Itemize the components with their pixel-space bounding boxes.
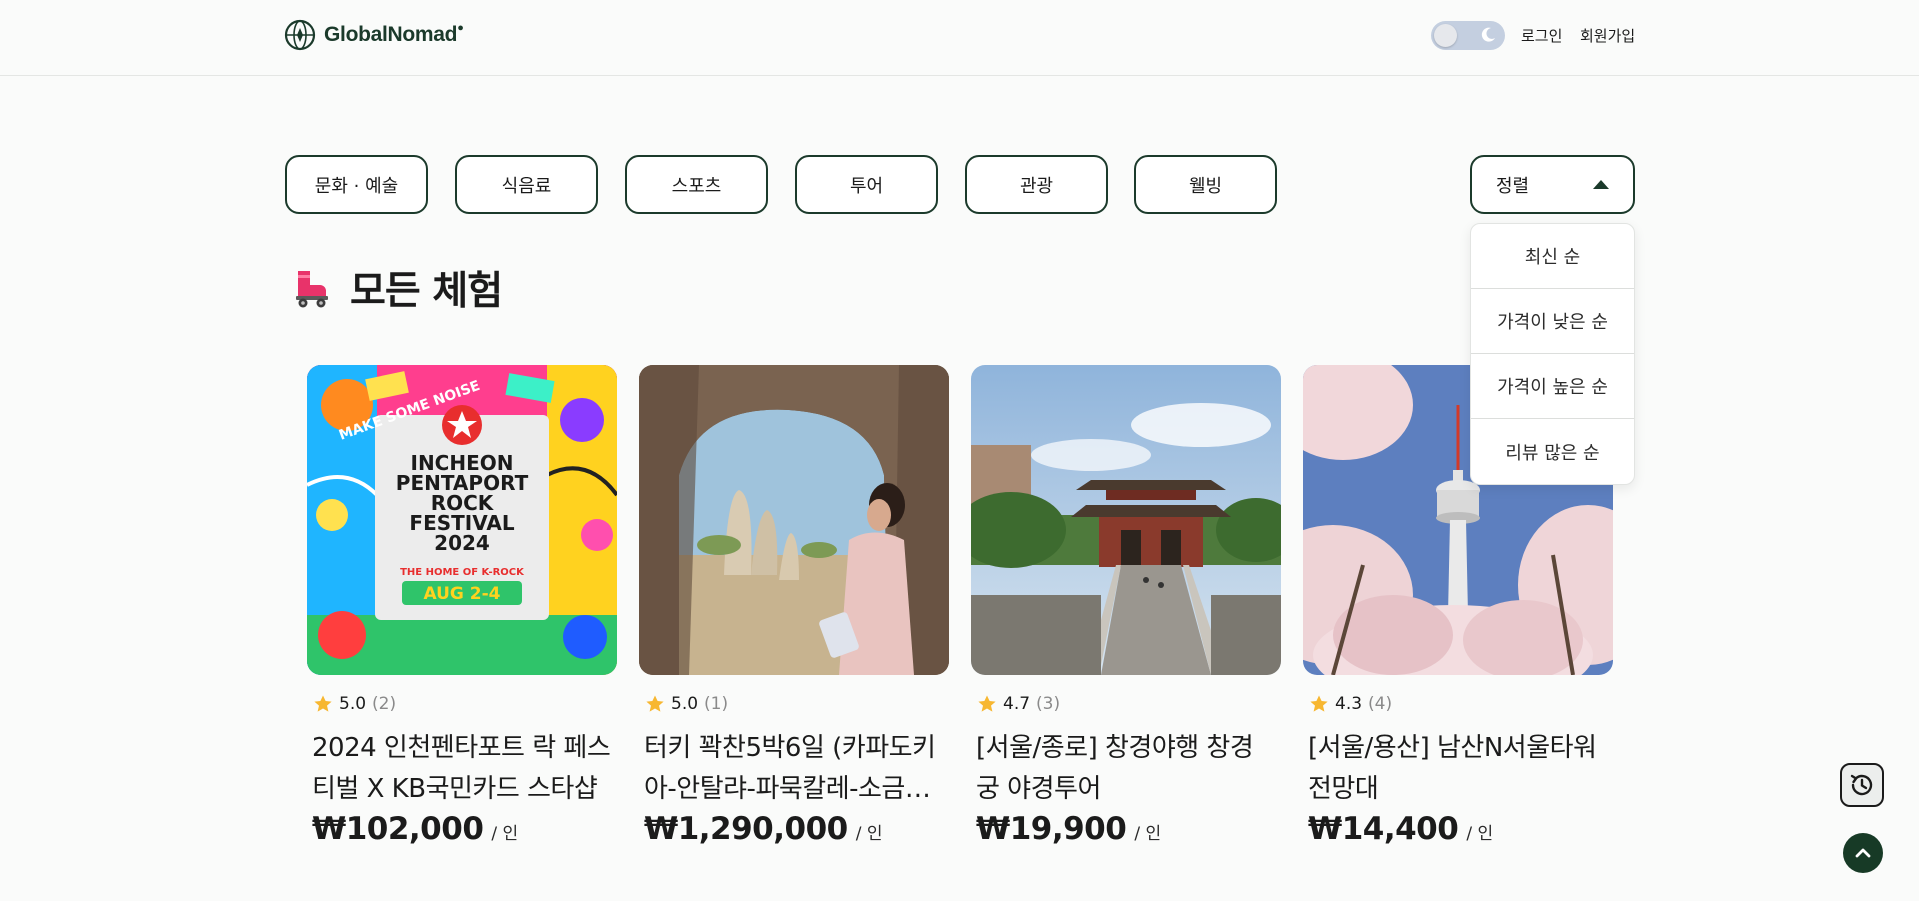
history-clock-icon — [1850, 774, 1873, 796]
rating-score: 4.3 — [1335, 694, 1363, 714]
review-count: (4) — [1368, 694, 1393, 714]
caret-up-icon — [1593, 180, 1609, 189]
price-row: ₩1,290,000 / 인 — [644, 811, 949, 847]
rating: 4.3 (4) — [1309, 694, 1613, 714]
price-unit: / 인 — [1466, 824, 1494, 844]
star-icon — [1310, 695, 1328, 712]
globe-compass-icon — [284, 19, 316, 51]
activity-price: ₩19,900 — [976, 811, 1127, 847]
price-unit: / 인 — [491, 824, 519, 844]
activity-price: ₩1,290,000 — [644, 811, 848, 847]
activity-title: [서울/종로] 창경야행 창경궁 야경투어 — [976, 733, 1254, 804]
star-icon — [978, 695, 996, 712]
price-row: ₩19,900 / 인 — [976, 811, 1281, 847]
rating-score: 5.0 — [671, 694, 699, 714]
rating: 4.7 (3) — [977, 694, 1281, 714]
scroll-to-top-button[interactable] — [1843, 833, 1883, 873]
section-title: 모든 체험 — [350, 269, 503, 314]
activity-card[interactable]: INCHEON PENTAPORT ROCK FESTIVAL 2024 THE… — [307, 365, 617, 847]
roller-skate-icon — [296, 271, 328, 308]
top-navigation-bar: GlobalNomad● 로그인 회원가입 — [0, 0, 1919, 76]
activity-card[interactable]: 4.7 (3) [서울/종로] 창경야행 창경궁 야경투어 ₩19,900 / … — [971, 365, 1281, 847]
poster-line-5: 2024 — [434, 531, 490, 555]
dark-mode-toggle[interactable] — [1431, 21, 1505, 50]
rating: 5.0 (1) — [645, 694, 949, 714]
poster-tagline: THE HOME OF K-ROCK — [400, 567, 525, 578]
activity-title: [서울/용산] 남산N서울타워 전망대 — [1308, 733, 1597, 804]
sort-dropdown-menu: 최신 순 가격이 낮은 순 가격이 높은 순 리뷰 많은 순 — [1470, 223, 1635, 485]
rating: 5.0 (2) — [313, 694, 617, 714]
activity-price: ₩102,000 — [312, 811, 484, 847]
category-sightseeing[interactable]: 관광 — [965, 155, 1108, 214]
logo-text: GlobalNomad● — [324, 22, 464, 46]
review-count: (3) — [1036, 694, 1061, 714]
moon-icon — [1481, 27, 1495, 42]
activity-title: 터키 꽉찬5박6일 (카파도키아-안탈랴-파묵칼레-소금호수) — [644, 733, 936, 804]
activity-image-cappadocia — [639, 365, 949, 675]
sort-option-price-high[interactable]: 가격이 높은 순 — [1471, 354, 1634, 419]
logo[interactable]: GlobalNomad● — [284, 19, 464, 51]
poster-dates: AUG 2-4 — [423, 584, 500, 604]
price-unit: / 인 — [1134, 824, 1162, 844]
sort-option-price-low[interactable]: 가격이 낮은 순 — [1471, 289, 1634, 354]
review-count: (1) — [704, 694, 729, 714]
activity-price: ₩14,400 — [1308, 811, 1459, 847]
price-row: ₩14,400 / 인 — [1308, 811, 1613, 847]
review-count: (2) — [372, 694, 397, 714]
activity-card[interactable]: 5.0 (1) 터키 꽉찬5박6일 (카파도키아-안탈랴-파묵칼레-소금호수) … — [639, 365, 949, 847]
category-culture-art[interactable]: 문화 · 예술 — [285, 155, 428, 214]
sort-option-most-reviews[interactable]: 리뷰 많은 순 — [1471, 419, 1634, 484]
rating-score: 4.7 — [1003, 694, 1031, 714]
recently-viewed-button[interactable] — [1840, 763, 1884, 807]
activity-image-changgyeonggung — [971, 365, 1281, 675]
price-row: ₩102,000 / 인 — [312, 811, 617, 847]
star-icon — [646, 695, 664, 712]
category-wellbeing[interactable]: 웰빙 — [1134, 155, 1277, 214]
sort-dropdown-button[interactable]: 정렬 — [1470, 155, 1635, 214]
signup-link[interactable]: 회원가입 — [1580, 25, 1635, 46]
activity-image-rock-festival: INCHEON PENTAPORT ROCK FESTIVAL 2024 THE… — [307, 365, 617, 675]
activity-title: 2024 인천펜타포트 락 페스티벌 X KB국민카드 스타샵 — [312, 733, 611, 804]
section-header: 모든 체험 — [290, 260, 503, 316]
chevron-up-icon — [1855, 848, 1871, 858]
category-food-beverage[interactable]: 식음료 — [455, 155, 598, 214]
login-link[interactable]: 로그인 — [1521, 25, 1562, 46]
price-unit: / 인 — [855, 824, 883, 844]
star-icon — [314, 695, 332, 712]
sort-label: 정렬 — [1496, 175, 1530, 197]
sort-option-latest[interactable]: 최신 순 — [1471, 224, 1634, 289]
rating-score: 5.0 — [339, 694, 367, 714]
category-tour[interactable]: 투어 — [795, 155, 938, 214]
toggle-knob — [1434, 24, 1457, 47]
category-sports[interactable]: 스포츠 — [625, 155, 768, 214]
